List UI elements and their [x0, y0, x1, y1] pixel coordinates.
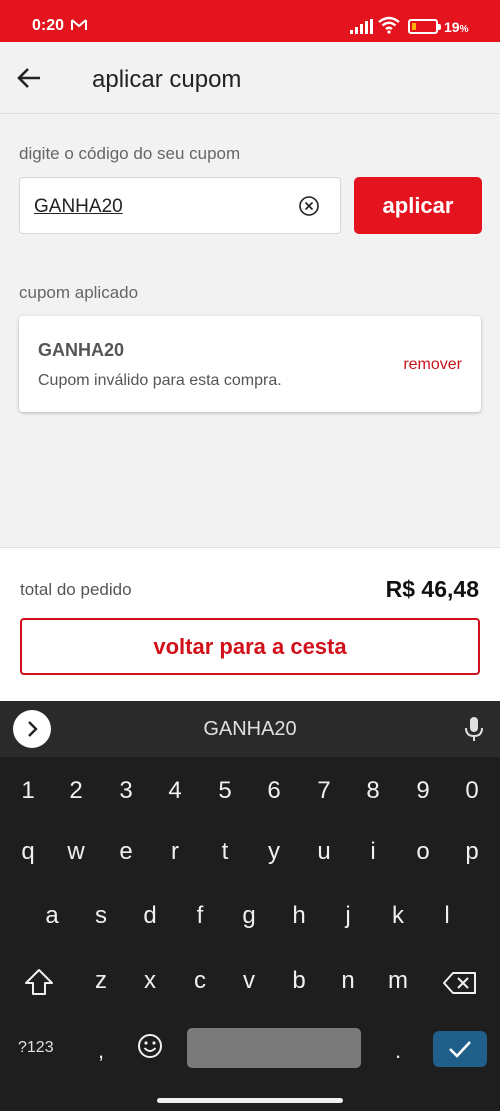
key-p[interactable]: p: [452, 832, 492, 872]
key-0[interactable]: 0: [452, 771, 492, 811]
key-a[interactable]: a: [32, 896, 72, 936]
back-to-cart-button[interactable]: voltar para a cesta: [20, 618, 480, 675]
soft-keyboard: GANHA20 1 2 3 4 5 6 7 8 9 0 q w e r t y …: [0, 701, 500, 1111]
status-bar: 0:20 19%: [0, 0, 500, 42]
mail-icon: [71, 19, 87, 30]
key-4[interactable]: 4: [155, 771, 195, 811]
apply-coupon-button[interactable]: aplicar: [354, 177, 482, 234]
applied-coupon-label: cupom aplicado: [19, 283, 139, 302]
key-x[interactable]: x: [130, 961, 170, 1001]
coupon-error-message: Cupom inválido para esta compra.: [38, 372, 282, 389]
order-total-label: total do pedido: [20, 580, 132, 599]
key-v[interactable]: v: [229, 961, 269, 1001]
remove-coupon-link[interactable]: remover: [403, 356, 462, 374]
key-q[interactable]: q: [8, 832, 48, 872]
key-j[interactable]: j: [328, 896, 368, 936]
key-g[interactable]: g: [229, 896, 269, 936]
key-1[interactable]: 1: [8, 771, 48, 811]
symbols-key[interactable]: ?123: [18, 1039, 54, 1057]
key-r[interactable]: r: [155, 832, 195, 872]
key-8[interactable]: 8: [353, 771, 393, 811]
app-header: aplicar cupom: [0, 42, 500, 114]
applied-coupon-code: GANHA20: [38, 340, 125, 360]
backspace-icon[interactable]: [442, 971, 478, 995]
order-total-value: R$ 46,48: [385, 576, 479, 602]
status-time: 0:20: [32, 17, 65, 34]
key-d[interactable]: d: [130, 896, 170, 936]
wifi-icon: [378, 16, 400, 34]
key-u[interactable]: u: [304, 832, 344, 872]
key-3[interactable]: 3: [106, 771, 146, 811]
signal-icon: [350, 19, 373, 34]
key-l[interactable]: l: [427, 896, 467, 936]
battery-icon: [408, 19, 441, 34]
key-2[interactable]: 2: [56, 771, 96, 811]
key-o[interactable]: o: [403, 832, 443, 872]
check-icon: [449, 1041, 471, 1058]
shift-icon[interactable]: [24, 968, 54, 996]
key-w[interactable]: w: [56, 832, 96, 872]
coupon-code-input[interactable]: GANHA20: [19, 177, 341, 234]
key-e[interactable]: e: [106, 832, 146, 872]
mic-icon[interactable]: [464, 716, 484, 742]
key-y[interactable]: y: [254, 832, 294, 872]
key-s[interactable]: s: [81, 896, 121, 936]
battery-percent: 19%: [444, 19, 469, 35]
key-z[interactable]: z: [81, 961, 121, 1001]
clear-icon[interactable]: [298, 195, 320, 217]
key-period[interactable]: .: [378, 1031, 418, 1071]
suggestion-bar: GANHA20: [0, 701, 500, 757]
key-b[interactable]: b: [279, 961, 319, 1001]
coupon-code-value: GANHA20: [34, 196, 123, 217]
key-k[interactable]: k: [378, 896, 418, 936]
back-arrow-icon[interactable]: [16, 66, 42, 90]
coupon-code-label: digite o código do seu cupom: [19, 144, 241, 163]
key-9[interactable]: 9: [403, 771, 443, 811]
emoji-icon[interactable]: [137, 1033, 163, 1059]
space-key[interactable]: [187, 1028, 361, 1068]
key-6[interactable]: 6: [254, 771, 294, 811]
key-t[interactable]: t: [205, 832, 245, 872]
suggestion-word[interactable]: GANHA20: [0, 718, 500, 741]
order-summary: total do pedido R$ 46,48 voltar para a c…: [0, 547, 500, 701]
key-i[interactable]: i: [353, 832, 393, 872]
key-n[interactable]: n: [328, 961, 368, 1001]
page-title: aplicar cupom: [92, 66, 242, 93]
applied-coupon-card: GANHA20 Cupom inválido para esta compra.…: [19, 316, 481, 412]
key-m[interactable]: m: [378, 961, 418, 1001]
key-5[interactable]: 5: [205, 771, 245, 811]
gesture-bar[interactable]: [157, 1098, 343, 1103]
key-c[interactable]: c: [180, 961, 220, 1001]
key-h[interactable]: h: [279, 896, 319, 936]
key-f[interactable]: f: [180, 896, 220, 936]
enter-key[interactable]: [433, 1031, 487, 1067]
key-comma[interactable]: ,: [81, 1031, 121, 1071]
key-7[interactable]: 7: [304, 771, 344, 811]
